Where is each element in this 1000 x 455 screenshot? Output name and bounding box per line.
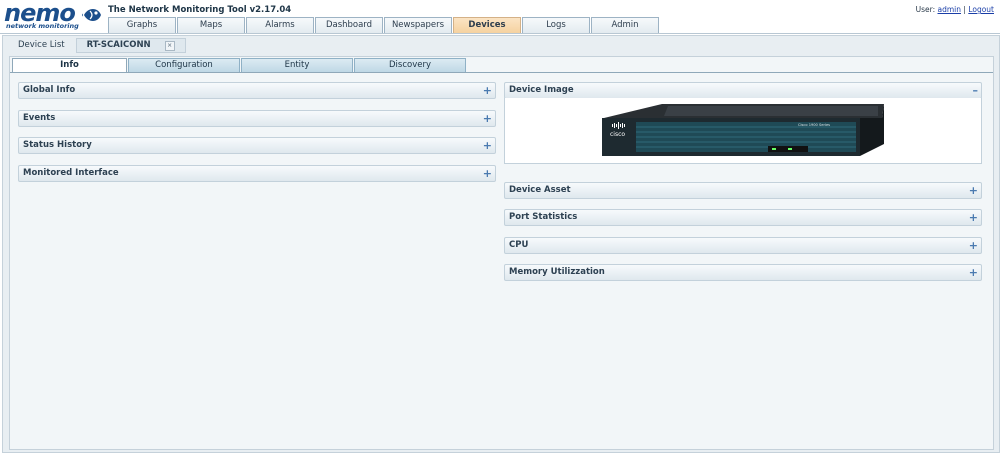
cpu-section[interactable]: CPU + bbox=[504, 237, 982, 254]
user-separator: | bbox=[963, 5, 966, 14]
expand-icon[interactable]: + bbox=[483, 138, 492, 153]
device-subtabs: Device List RT-SCAICONN × bbox=[7, 38, 186, 53]
device-image-section[interactable]: Device Image – bbox=[504, 82, 982, 99]
nav-tab-graphs[interactable]: Graphs bbox=[108, 17, 176, 33]
global-info-section[interactable]: Global Info + bbox=[18, 82, 496, 99]
nav-tab-newspapers[interactable]: Newspapers bbox=[384, 17, 452, 33]
expand-icon[interactable]: + bbox=[969, 210, 978, 225]
router-brand: cisco bbox=[610, 131, 625, 138]
section-title: Memory Utilizzation bbox=[509, 267, 605, 277]
expand-icon[interactable]: + bbox=[483, 166, 492, 181]
memory-utilization-section[interactable]: Memory Utilizzation + bbox=[504, 264, 982, 281]
tab-underline bbox=[10, 72, 993, 73]
section-title: CPU bbox=[509, 240, 529, 250]
section-title: Device Image bbox=[509, 85, 574, 95]
subtab-device-label: RT-SCAICONN bbox=[86, 40, 151, 50]
section-title: Global Info bbox=[23, 85, 76, 95]
fish-icon bbox=[82, 9, 101, 21]
expand-icon[interactable]: + bbox=[969, 183, 978, 198]
user-label: User: bbox=[915, 5, 936, 14]
header-divider bbox=[0, 33, 1000, 34]
tab-entity[interactable]: Entity bbox=[241, 58, 353, 72]
close-icon[interactable]: × bbox=[164, 40, 175, 51]
nav-tab-dashboard[interactable]: Dashboard bbox=[315, 17, 383, 33]
app-title: The Network Monitoring Tool v2.17.04 bbox=[108, 5, 292, 15]
subtab-device[interactable]: RT-SCAICONN × bbox=[75, 38, 186, 53]
device-panel: Info Configuration Entity Discovery Glob… bbox=[9, 56, 994, 450]
tab-discovery[interactable]: Discovery bbox=[354, 58, 466, 72]
router-image: cisco Cisco 1900 Series bbox=[602, 104, 884, 156]
username-link[interactable]: admin bbox=[938, 5, 962, 14]
logo-tagline: network monitoring bbox=[6, 22, 79, 30]
user-box: User: admin | Logout bbox=[916, 5, 994, 14]
logout-link[interactable]: Logout bbox=[968, 5, 994, 14]
collapse-icon[interactable]: – bbox=[973, 83, 979, 98]
expand-icon[interactable]: + bbox=[483, 83, 492, 98]
nav-tab-devices[interactable]: Devices bbox=[453, 17, 521, 33]
tab-info[interactable]: Info bbox=[12, 58, 127, 73]
section-title: Monitored Interface bbox=[23, 168, 119, 178]
expand-icon[interactable]: + bbox=[483, 111, 492, 126]
nav-tab-logs[interactable]: Logs bbox=[522, 17, 590, 33]
expand-icon[interactable]: + bbox=[969, 238, 978, 253]
subtab-device-list[interactable]: Device List bbox=[7, 38, 76, 53]
events-section[interactable]: Events + bbox=[18, 110, 496, 127]
section-title: Status History bbox=[23, 140, 92, 150]
device-image-body: cisco Cisco 1900 Series bbox=[504, 98, 982, 164]
nav-tab-admin[interactable]: Admin bbox=[591, 17, 659, 33]
status-history-section[interactable]: Status History + bbox=[18, 137, 496, 154]
device-tabs: Info Configuration Entity Discovery bbox=[12, 58, 467, 73]
device-asset-section[interactable]: Device Asset + bbox=[504, 182, 982, 199]
section-title: Port Statistics bbox=[509, 212, 578, 222]
monitored-interface-section[interactable]: Monitored Interface + bbox=[18, 165, 496, 182]
section-title: Events bbox=[23, 113, 56, 123]
port-statistics-section[interactable]: Port Statistics + bbox=[504, 209, 982, 226]
main-nav: Graphs Maps Alarms Dashboard Newspapers … bbox=[108, 17, 660, 33]
tab-configuration[interactable]: Configuration bbox=[128, 58, 240, 72]
expand-icon[interactable]: + bbox=[969, 265, 978, 280]
nav-tab-maps[interactable]: Maps bbox=[177, 17, 245, 33]
section-title: Device Asset bbox=[509, 185, 571, 195]
nav-tab-alarms[interactable]: Alarms bbox=[246, 17, 314, 33]
nemo-logo: nemo network monitoring bbox=[4, 0, 104, 32]
router-model: Cisco 1900 Series bbox=[798, 123, 830, 127]
content-frame: Device List RT-SCAICONN × Info Configura… bbox=[2, 35, 1000, 453]
